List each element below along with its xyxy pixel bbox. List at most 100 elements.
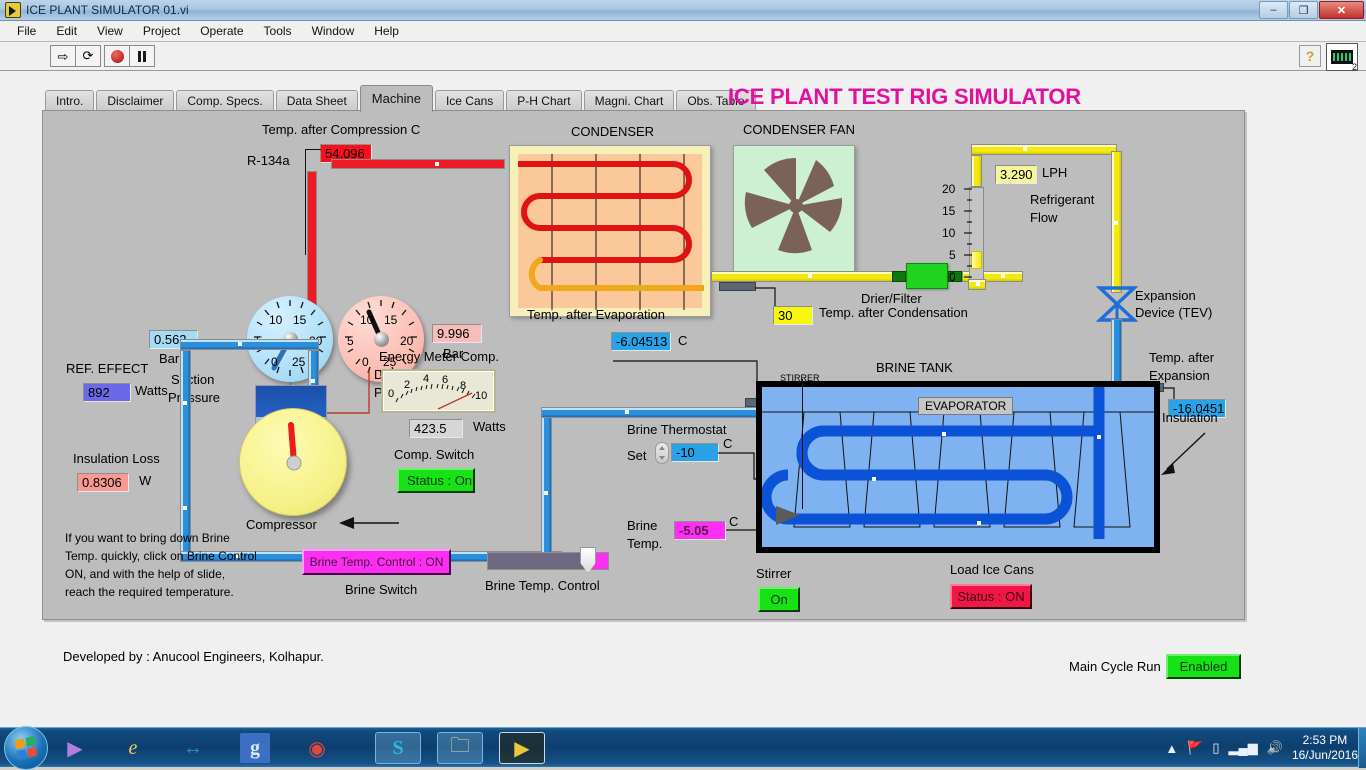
volume-icon[interactable]: 🔊	[1267, 740, 1283, 756]
load-ice-cans-button[interactable]: Status : ON	[950, 584, 1032, 609]
close-button[interactable]: ✕	[1319, 1, 1364, 19]
show-desktop-button[interactable]	[1358, 728, 1366, 768]
menu-edit[interactable]: Edit	[47, 22, 86, 40]
stirrer-status-button[interactable]: On	[758, 587, 800, 612]
google-icon[interactable]: g	[240, 733, 270, 763]
comp-switch-button[interactable]: Status : On	[397, 468, 475, 493]
main-cycle-run-label: Main Cycle Run	[1069, 659, 1161, 674]
temp-after-condensation-label: Temp. after Condensation	[819, 305, 968, 320]
menu-operate[interactable]: Operate	[191, 22, 252, 40]
signal-icon[interactable]: ▂▄▆	[1229, 740, 1258, 756]
condenser-fan-unit	[733, 145, 855, 273]
refrigerant-flow-label-line1: Refrigerant	[1030, 192, 1095, 207]
refrigerant-flow-label-line2: Flow	[1030, 210, 1058, 225]
brine-temp-control-slider[interactable]	[487, 547, 609, 573]
stirrer-shaft	[802, 379, 803, 509]
run-continuously-button[interactable]: ⟳	[75, 45, 101, 67]
clock[interactable]: 2:53 PM 16/Jun/2016	[1292, 733, 1358, 763]
brine-set-value[interactable]: -10	[671, 443, 719, 462]
compressor-flywheel	[239, 408, 347, 516]
clock-date: 16/Jun/2016	[1291, 748, 1358, 762]
menu-tools[interactable]: Tools	[255, 22, 301, 40]
pipe-node	[238, 342, 242, 346]
flow-meter-ticks	[964, 188, 972, 278]
developed-by-label: Developed by : Anucool Engineers, Kolhap…	[63, 649, 324, 664]
tab-data-sheet[interactable]: Data Sheet	[275, 90, 358, 112]
teamviewer-icon[interactable]: ↔	[178, 733, 208, 763]
energy-meter-tick-10: 10	[475, 390, 488, 402]
energy-meter-tick-0: 0	[388, 388, 395, 400]
temp-after-expansion-label-line1: Temp. after	[1149, 350, 1215, 365]
media-player-icon[interactable]: ▶	[60, 733, 90, 763]
run-button[interactable]: ⇨	[50, 45, 76, 67]
skype-icon[interactable]: S	[375, 732, 421, 764]
discharge-gauge-tick-20: 20	[400, 334, 414, 348]
temp-after-evaporation-label: Temp. after Evaporation	[527, 307, 666, 322]
brine-set-stepper[interactable]	[655, 442, 669, 464]
start-button[interactable]	[4, 726, 48, 770]
leader-line	[305, 149, 321, 150]
drier-filter-label: Drier/Filter	[861, 291, 922, 306]
suction-pipe-right-vertical	[541, 407, 552, 555]
brine-temp-label-line2: Temp.	[627, 536, 663, 551]
load-ice-cans-label: Load Ice Cans	[950, 562, 1034, 577]
front-panel: Intro. Disclaimer Comp. Specs. Data Shee…	[0, 71, 1366, 727]
tab-magni-chart[interactable]: Magni. Chart	[583, 90, 675, 112]
tab-intro[interactable]: Intro.	[45, 90, 95, 112]
discharge-pipe-horizontal	[331, 159, 505, 169]
menu-file[interactable]: File	[8, 22, 45, 40]
expansion-device-label-line2: Device (TEV)	[1135, 305, 1213, 320]
pause-button[interactable]	[129, 45, 155, 67]
abort-button[interactable]	[104, 45, 130, 67]
internet-explorer-icon[interactable]: e	[118, 733, 148, 763]
pipe-node	[977, 521, 981, 525]
chrome-icon[interactable]: ◉	[302, 733, 332, 763]
run-continuously-icon: ⟳	[82, 48, 94, 63]
pipe-node	[976, 282, 980, 286]
show-hidden-icons-button[interactable]: ▲	[1165, 741, 1178, 756]
discharge-gauge-tick-15: 15	[384, 313, 398, 327]
energy-meter-tick-2: 2	[404, 379, 411, 391]
condenser-body	[518, 154, 704, 310]
discharge-pressure-value: 9.996	[432, 324, 482, 343]
labview-icon[interactable]: ▶	[499, 732, 545, 764]
explorer-icon[interactable]: 🗀	[437, 732, 483, 764]
tab-ph-chart[interactable]: P-H Chart	[506, 90, 582, 112]
network-error-icon[interactable]: 🚩	[1187, 740, 1203, 756]
brine-set-label: Set	[627, 448, 647, 463]
energy-meter-value: 423.5	[409, 419, 463, 438]
window-controls: – ❐ ✕	[1259, 1, 1364, 19]
ref-effect-value: 892	[83, 383, 131, 402]
menu-help[interactable]: Help	[365, 22, 408, 40]
comp-switch-label: Comp. Switch	[394, 447, 475, 462]
window-title-bar: ICE PLANT SIMULATOR 01.vi – ❐ ✕	[0, 0, 1366, 21]
suction-gauge-tick-10: 10	[269, 313, 283, 327]
main-cycle-run-status[interactable]: Enabled	[1166, 654, 1241, 679]
pipe-node	[183, 401, 187, 405]
tab-machine[interactable]: Machine	[359, 85, 433, 112]
tab-comp-specs[interactable]: Comp. Specs.	[176, 90, 274, 112]
windows-start-icon	[14, 736, 38, 760]
brine-temp-control-button[interactable]: Brine Temp. Control : ON	[302, 549, 451, 575]
menu-view[interactable]: View	[88, 22, 132, 40]
menu-window[interactable]: Window	[303, 22, 364, 40]
suction-pressure-label-line1: Suction	[171, 372, 215, 387]
battery-icon[interactable]: ▯	[1212, 740, 1219, 756]
context-help-button[interactable]: ?	[1299, 45, 1321, 67]
minimize-button[interactable]: –	[1259, 1, 1288, 19]
slider-thumb[interactable]	[580, 547, 596, 573]
tab-ice-cans[interactable]: Ice Cans	[434, 90, 505, 112]
liquid-line-to-drier	[711, 271, 899, 282]
slider-track-filled	[488, 553, 584, 569]
energy-meter-tick-4: 4	[423, 373, 430, 385]
menu-project[interactable]: Project	[134, 22, 189, 40]
hint-line-4: reach the required temperature.	[65, 585, 234, 599]
pipe-node	[808, 274, 812, 278]
maximize-button[interactable]: ❐	[1289, 1, 1318, 19]
pipe-node	[435, 162, 439, 166]
refrigerant-flow-value: 3.290	[995, 165, 1037, 184]
suction-pipe-left-vertical	[180, 350, 191, 560]
refrigerant-flow-unit: LPH	[1042, 165, 1068, 180]
tab-disclaimer[interactable]: Disclaimer	[96, 90, 175, 112]
temp-after-evaporation-unit: C	[678, 333, 688, 348]
